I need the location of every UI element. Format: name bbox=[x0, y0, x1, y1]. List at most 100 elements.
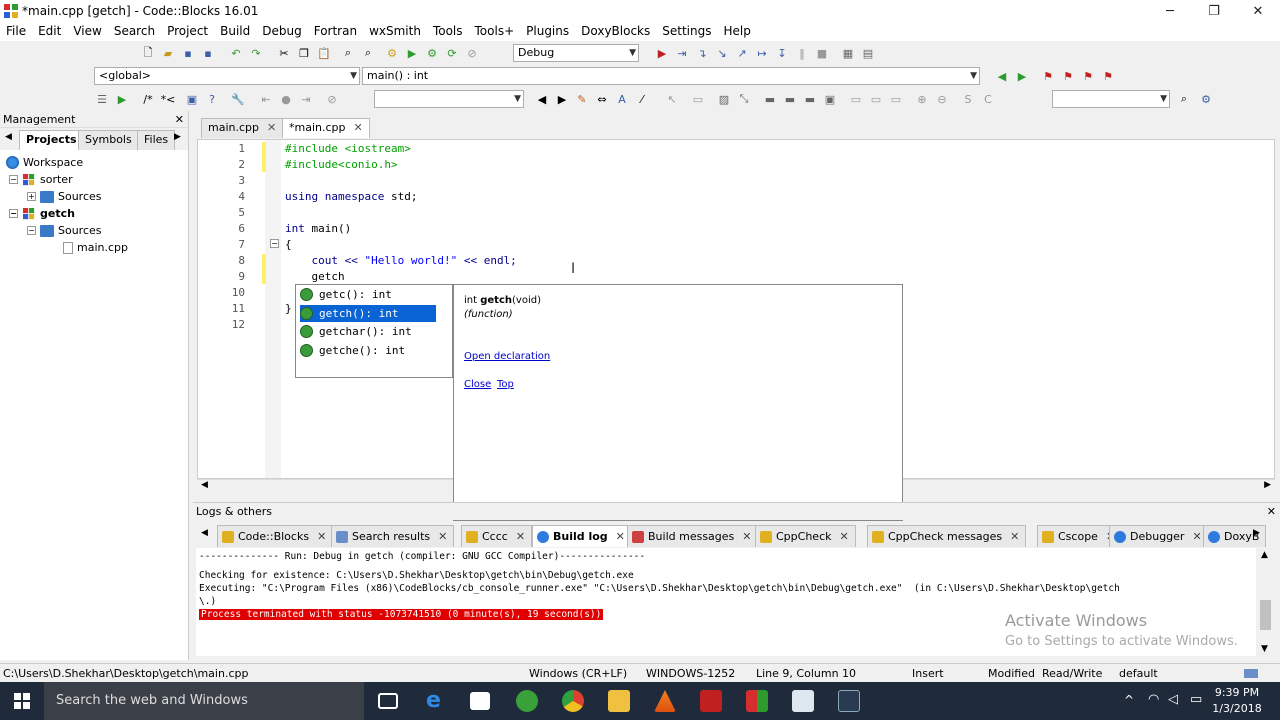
arrow-right-icon[interactable]: ▶ bbox=[554, 91, 570, 107]
tree-project-getch[interactable]: − getch bbox=[9, 205, 75, 222]
close-tab-icon[interactable]: ✕ bbox=[438, 527, 447, 547]
close-icon[interactable]: ✕ bbox=[1267, 503, 1276, 521]
run-script-icon[interactable]: ▶ bbox=[114, 91, 130, 107]
image-icon[interactable]: ▨ bbox=[716, 91, 732, 107]
open-file-icon[interactable]: ▰ bbox=[160, 45, 176, 61]
toggle-bookmark-icon[interactable]: ⚑ bbox=[1040, 68, 1056, 84]
save-all-icon[interactable]: ▪ bbox=[200, 45, 216, 61]
layout5-icon[interactable]: ▭ bbox=[848, 91, 864, 107]
comment-icon[interactable]: /* bbox=[140, 91, 156, 107]
doxy-config-icon[interactable]: ? bbox=[204, 91, 220, 107]
wrench-icon[interactable]: 🔧 bbox=[230, 91, 246, 107]
network-icon[interactable]: ◠ bbox=[1148, 692, 1159, 707]
layout2-icon[interactable]: ▬ bbox=[782, 91, 798, 107]
expand-icon[interactable]: + bbox=[27, 192, 36, 201]
debug-run-icon[interactable]: ▶ bbox=[654, 45, 670, 61]
fold-toggle-icon[interactable]: − bbox=[270, 239, 279, 248]
stop-debugger-icon[interactable]: ■ bbox=[814, 45, 830, 61]
uncomment-icon[interactable]: *< bbox=[160, 91, 176, 107]
close-tab-icon[interactable]: ✕ bbox=[317, 527, 326, 547]
redo-icon[interactable]: ↷ bbox=[248, 45, 264, 61]
compiler-icon[interactable]: ☰ bbox=[94, 91, 110, 107]
zoom-in-icon[interactable]: ⊕ bbox=[914, 91, 930, 107]
maximize-button[interactable]: ❐ bbox=[1192, 0, 1236, 22]
menu-wxsmith[interactable]: wxSmith bbox=[363, 22, 427, 41]
tab-projects[interactable]: Projects bbox=[19, 130, 84, 150]
console-icon[interactable] bbox=[838, 690, 860, 712]
menu-project[interactable]: Project bbox=[161, 22, 214, 41]
menu-view[interactable]: View bbox=[67, 22, 107, 41]
app-icon[interactable] bbox=[516, 690, 538, 712]
menu-tools[interactable]: Tools bbox=[427, 22, 469, 41]
resize-icon[interactable]: ⤡ bbox=[736, 91, 752, 107]
jump-back-icon[interactable]: ◀ bbox=[994, 68, 1010, 84]
tab-cppcheck[interactable]: CppCheck ✕ bbox=[755, 525, 856, 547]
scroll-down-icon[interactable]: ▼ bbox=[1261, 644, 1268, 654]
tab-files[interactable]: Files bbox=[137, 130, 176, 150]
tree-file-main-cpp[interactable]: main.cpp bbox=[63, 239, 128, 256]
save-icon[interactable]: ▪ bbox=[180, 45, 196, 61]
cancel-icon[interactable]: ⊘ bbox=[324, 91, 340, 107]
scroll-right-icon[interactable]: ▶ bbox=[1264, 480, 1271, 490]
clock-time[interactable]: 9:39 PM bbox=[1212, 686, 1262, 699]
close-tab-icon[interactable]: ✕ bbox=[516, 527, 525, 547]
autocomplete-item[interactable]: getche(): int bbox=[300, 342, 405, 359]
tree-project-sorter[interactable]: − sorter bbox=[9, 171, 73, 188]
doxy-icon[interactable]: ▣ bbox=[184, 91, 200, 107]
abort-icon[interactable]: ⊘ bbox=[464, 45, 480, 61]
menu-tools-plus[interactable]: Tools+ bbox=[469, 22, 521, 41]
tray-chevron-icon[interactable]: ^ bbox=[1124, 693, 1134, 707]
tree-sources-sorter[interactable]: + Sources bbox=[27, 188, 102, 205]
select-icon[interactable]: ⇔ bbox=[594, 91, 610, 107]
codeblocks-taskbar-icon[interactable] bbox=[746, 690, 768, 712]
block-icon[interactable]: ▭ bbox=[690, 91, 706, 107]
notepad-icon[interactable] bbox=[792, 690, 814, 712]
next-bookmark-icon[interactable]: ⚑ bbox=[1080, 68, 1096, 84]
cut-icon[interactable]: ✂ bbox=[276, 45, 292, 61]
open-declaration-link[interactable]: Open declaration bbox=[464, 351, 550, 362]
layout4-icon[interactable]: ▣ bbox=[822, 91, 838, 107]
menu-settings[interactable]: Settings bbox=[656, 22, 717, 41]
autocomplete-item[interactable]: getchar(): int bbox=[300, 323, 412, 340]
volume-icon[interactable]: ◁ bbox=[1168, 692, 1178, 707]
clear-highlight-icon[interactable]: ⁄ bbox=[634, 91, 650, 107]
step-into-instruction-icon[interactable]: ↧ bbox=[774, 45, 790, 61]
close-tab-icon[interactable]: ✕ bbox=[742, 527, 751, 547]
tab-main-cpp[interactable]: main.cpp ✕ bbox=[201, 118, 284, 138]
menu-help[interactable]: Help bbox=[717, 22, 756, 41]
new-file-icon[interactable]: 🗋 bbox=[140, 45, 156, 61]
debug-windows-icon[interactable]: ▦ bbox=[840, 45, 856, 61]
tab-debugger[interactable]: Debugger ✕ bbox=[1109, 525, 1209, 547]
tab-scroll-right-icon[interactable]: ▶ bbox=[1253, 528, 1260, 538]
menu-plugins[interactable]: Plugins bbox=[520, 22, 575, 41]
tab-scroll-right-icon[interactable]: ▶ bbox=[174, 132, 181, 142]
next-line-icon[interactable]: ↴ bbox=[694, 45, 710, 61]
tab-scroll-left-icon[interactable]: ◀ bbox=[201, 528, 208, 538]
nav-forward-icon[interactable]: ⇥ bbox=[298, 91, 314, 107]
tree-sources-getch[interactable]: − Sources bbox=[27, 222, 102, 239]
store-icon[interactable] bbox=[470, 692, 490, 710]
close-tab-icon[interactable]: ✕ bbox=[267, 121, 276, 134]
search-combo[interactable]: ▼ bbox=[374, 90, 524, 108]
tab-symbols[interactable]: Symbols bbox=[78, 130, 139, 150]
tab-cppcheck-messages[interactable]: CppCheck messages ✕ bbox=[867, 525, 1027, 547]
prev-bookmark-icon[interactable]: ⚑ bbox=[1060, 68, 1076, 84]
collapse-icon[interactable]: − bbox=[27, 226, 36, 235]
minimize-button[interactable]: ─ bbox=[1148, 0, 1192, 22]
close-icon[interactable]: ✕ bbox=[175, 111, 184, 128]
build-target-select[interactable]: Debug ▼ bbox=[513, 44, 639, 62]
menu-edit[interactable]: Edit bbox=[32, 22, 67, 41]
nav-back-icon[interactable]: ⇤ bbox=[258, 91, 274, 107]
collapse-icon[interactable]: − bbox=[9, 175, 18, 184]
build-run-icon[interactable]: ⚙ bbox=[424, 45, 440, 61]
find-combo[interactable]: ▼ bbox=[1052, 90, 1170, 108]
find-icon[interactable]: ⌕ bbox=[340, 45, 356, 61]
menu-build[interactable]: Build bbox=[214, 22, 256, 41]
close-tab-icon[interactable]: ✕ bbox=[1192, 527, 1201, 547]
find-binoculars-icon[interactable]: ⌕ bbox=[1176, 91, 1192, 107]
paste-icon[interactable]: 📋 bbox=[316, 45, 332, 61]
menu-doxyblocks[interactable]: DoxyBlocks bbox=[575, 22, 656, 41]
start-button[interactable] bbox=[0, 682, 44, 720]
function-select[interactable]: main() : int ▼ bbox=[362, 67, 980, 85]
undo-icon[interactable]: ↶ bbox=[228, 45, 244, 61]
